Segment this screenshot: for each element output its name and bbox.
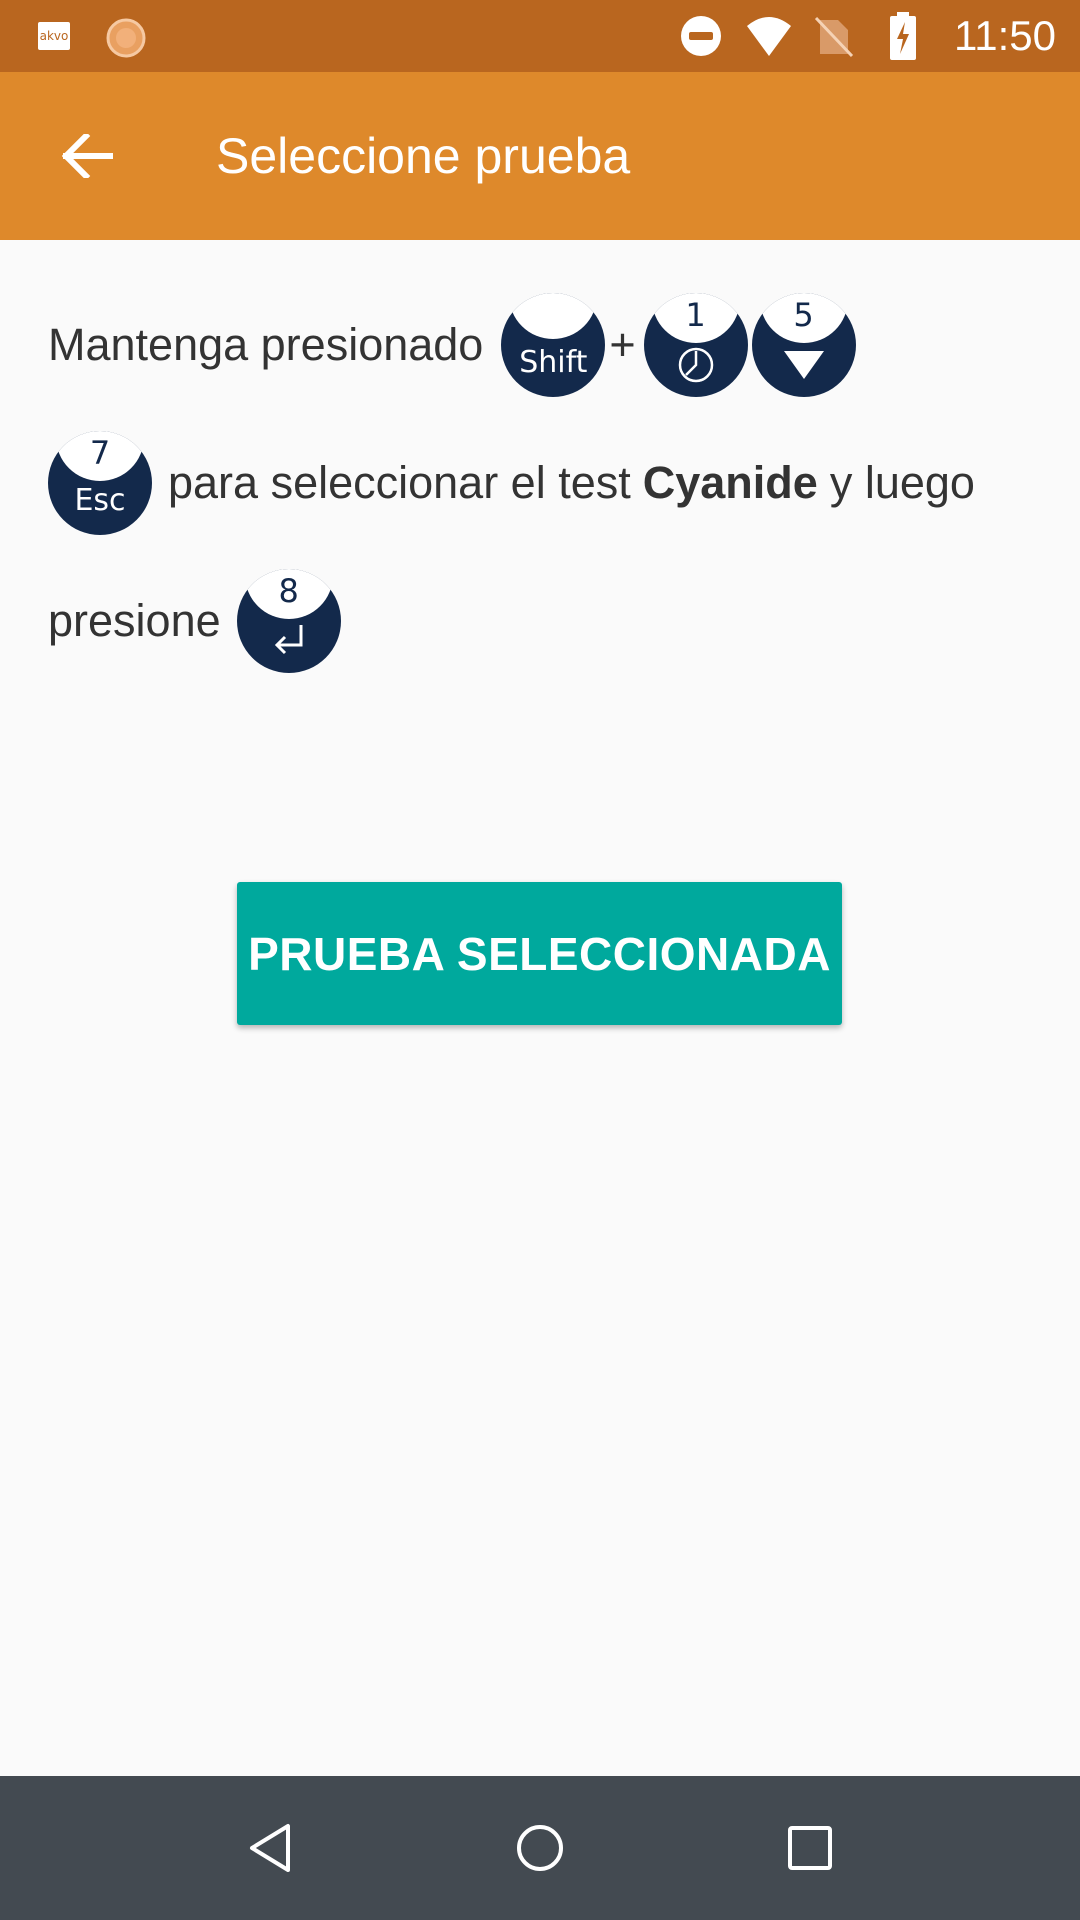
page-title: Seleccione prueba	[216, 128, 631, 184]
wifi-icon	[747, 17, 791, 56]
shift-key-label: Shift	[519, 345, 588, 380]
key-8-number: 8	[278, 572, 299, 610]
test-name: Cyanide	[642, 457, 818, 508]
instruction-part-4: presione	[48, 595, 221, 646]
instruction-part-3: y luego	[829, 457, 975, 508]
navigation-bar	[0, 1776, 1080, 1920]
shift-key: Shift	[501, 293, 606, 397]
down-triangle-icon	[783, 351, 824, 379]
instruction-line-2: 7 Esc para seleccionar el test Cyanide y…	[48, 428, 975, 538]
nav-recent-icon[interactable]	[782, 1820, 838, 1876]
arrow-back-icon	[62, 134, 113, 178]
status-bar: akvo 11:50	[0, 0, 1080, 72]
test-selected-button[interactable]: PRUEBA SELECCIONADA	[237, 882, 842, 1025]
back-button[interactable]	[48, 116, 128, 196]
nav-home-icon[interactable]	[512, 1820, 568, 1876]
instruction-line-3: presione 8	[48, 566, 341, 676]
clock-icon	[678, 347, 713, 383]
sun-icon	[106, 18, 146, 58]
plus-sign: +	[609, 319, 636, 370]
instruction-part-2: para seleccionar el test	[168, 457, 631, 508]
akvo-icon-text: akvo	[39, 29, 69, 43]
akvo-icon: akvo	[38, 22, 70, 50]
do-not-disturb-icon	[681, 16, 721, 56]
key-5: 5	[751, 293, 856, 397]
app-bar: Seleccione prueba	[0, 72, 1080, 240]
no-sim-icon	[814, 16, 854, 58]
key-cap	[509, 293, 598, 339]
key-1-number: 1	[685, 296, 706, 334]
instruction-line-1: Mantenga presionado Shift + 1 5	[48, 290, 856, 400]
esc-key: 7 Esc	[48, 431, 152, 535]
enter-arrow-icon	[274, 625, 303, 655]
esc-key-label: Esc	[74, 483, 126, 518]
battery-charging-icon	[890, 12, 916, 60]
enter-key: 8	[236, 569, 341, 673]
key-5-number: 5	[793, 296, 814, 334]
instruction-part-1: Mantenga presionado	[48, 319, 484, 370]
key-1: 1	[643, 293, 748, 397]
nav-back-icon[interactable]	[244, 1820, 300, 1876]
key-7-number: 7	[89, 434, 111, 472]
status-time: 11:50	[954, 12, 1056, 59]
